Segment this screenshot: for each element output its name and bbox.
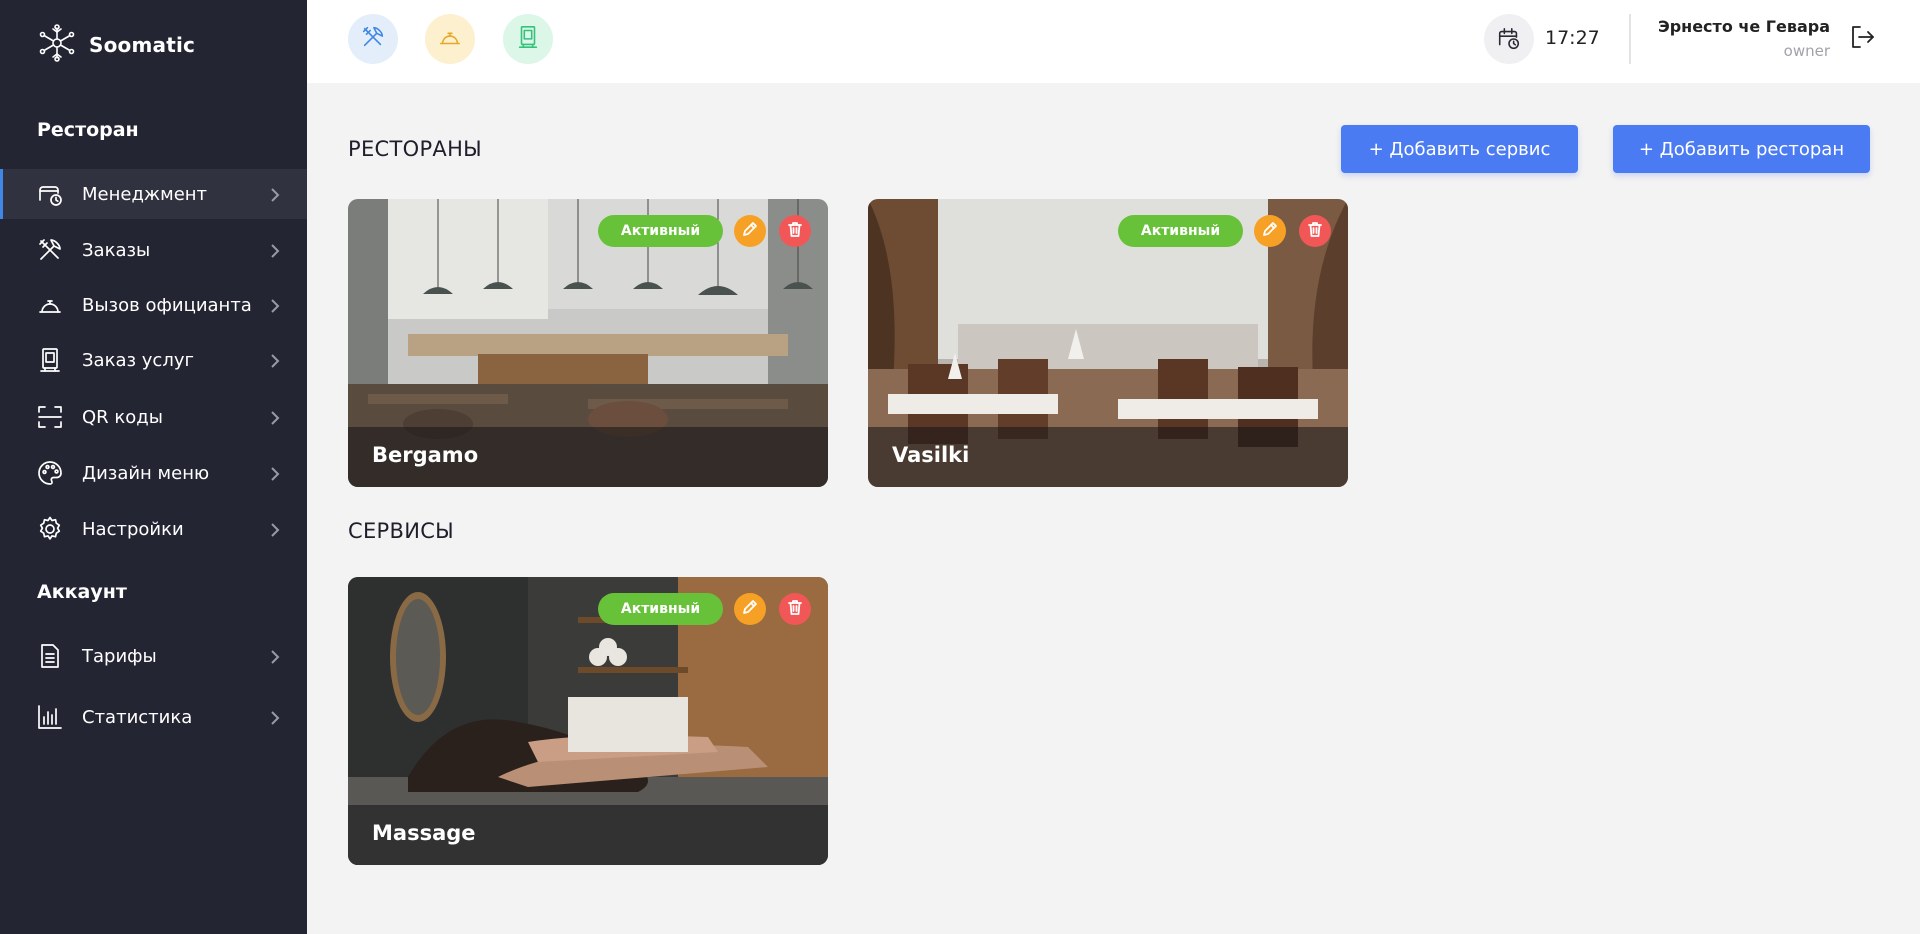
restaurant-card-vasilki[interactable]: Vasilki Активный xyxy=(868,199,1348,487)
trash-icon xyxy=(786,220,804,242)
sidebar-item-label: Тарифы xyxy=(82,645,157,667)
bar-chart-icon xyxy=(36,703,64,731)
service-name: Massage xyxy=(372,821,476,845)
top-header: 17:27 Эрнесто че Гевара owner xyxy=(307,0,1920,83)
brand-name: Soomatic xyxy=(89,33,196,57)
chevron-right-icon xyxy=(268,710,282,725)
pencil-icon xyxy=(741,598,759,620)
management-clock-icon xyxy=(36,180,64,208)
edit-button[interactable] xyxy=(734,593,766,625)
delete-button[interactable] xyxy=(779,215,811,247)
chevron-right-icon xyxy=(268,410,282,425)
sidebar-item-waiter-call[interactable]: Вызов официанта xyxy=(0,280,307,330)
services-heading: СЕРВИСЫ xyxy=(348,519,455,543)
sidebar-item-label: Менеджмент xyxy=(82,183,208,205)
trash-icon xyxy=(786,598,804,620)
sidebar: Soomatic Ресторан Менеджмент Заказы Вызо… xyxy=(0,0,307,934)
document-icon xyxy=(36,642,64,670)
palette-icon xyxy=(36,459,64,487)
current-time: 17:27 xyxy=(1545,27,1600,49)
restaurants-heading: РЕСТОРАНЫ xyxy=(348,137,483,161)
pencil-icon xyxy=(1261,220,1279,242)
gear-icon xyxy=(36,515,64,543)
service-bell-icon xyxy=(36,291,64,319)
logout-icon xyxy=(1847,26,1877,56)
delete-button[interactable] xyxy=(779,593,811,625)
sidebar-section-restaurant: Ресторан xyxy=(37,119,139,141)
chevron-right-icon xyxy=(268,298,282,313)
calendar-clock-icon xyxy=(1484,14,1534,64)
sidebar-item-settings[interactable]: Настройки xyxy=(0,504,307,554)
pencil-icon xyxy=(741,220,759,242)
chevron-right-icon xyxy=(268,243,282,258)
sidebar-section-account: Аккаунт xyxy=(37,581,127,603)
user-role: owner xyxy=(1783,42,1830,60)
qr-scan-icon xyxy=(36,403,64,431)
chevron-right-icon xyxy=(268,522,282,537)
sidebar-item-label: Заказы xyxy=(82,239,151,261)
status-badge: Активный xyxy=(598,215,723,247)
snowflake-logo-icon xyxy=(37,23,77,67)
logout-button[interactable] xyxy=(1847,22,1877,52)
user-name: Эрнесто че Гевара xyxy=(1657,17,1830,36)
chevron-right-icon xyxy=(268,466,282,481)
quick-service-orders-button[interactable] xyxy=(503,14,553,64)
sidebar-item-statistics[interactable]: Статистика xyxy=(0,692,307,742)
add-restaurant-button[interactable]: + Добавить ресторан xyxy=(1613,125,1870,173)
add-service-button[interactable]: + Добавить сервис xyxy=(1341,125,1578,173)
sidebar-item-qr-codes[interactable]: QR коды xyxy=(0,392,307,442)
quick-waiter-call-button[interactable] xyxy=(425,14,475,64)
chevron-right-icon xyxy=(268,353,282,368)
sidebar-item-label: Вызов официанта xyxy=(82,294,252,316)
service-card-massage[interactable]: Massage Активный xyxy=(348,577,828,865)
sidebar-item-label: Настройки xyxy=(82,518,184,540)
restaurant-card-bergamo[interactable]: Bergamo Активный xyxy=(348,199,828,487)
sidebar-item-menu-design[interactable]: Дизайн меню xyxy=(0,448,307,498)
sidebar-item-management[interactable]: Менеджмент xyxy=(0,169,307,219)
delete-button[interactable] xyxy=(1299,215,1331,247)
sidebar-item-label: Дизайн меню xyxy=(82,462,210,484)
header-divider xyxy=(1629,14,1631,64)
sidebar-item-tariffs[interactable]: Тарифы xyxy=(0,631,307,681)
service-order-icon xyxy=(36,346,64,374)
sidebar-item-orders[interactable]: Заказы xyxy=(0,225,307,275)
fork-knife-icon xyxy=(36,236,64,264)
status-badge: Активный xyxy=(598,593,723,625)
status-badge: Активный xyxy=(1118,215,1243,247)
sidebar-item-label: Заказ услуг xyxy=(82,349,194,371)
restaurant-name: Bergamo xyxy=(372,443,479,467)
sidebar-item-label: Статистика xyxy=(82,706,193,728)
edit-button[interactable] xyxy=(734,215,766,247)
service-bell-icon xyxy=(437,24,463,54)
edit-button[interactable] xyxy=(1254,215,1286,247)
sidebar-item-label: QR коды xyxy=(82,406,163,428)
quick-orders-button[interactable] xyxy=(348,14,398,64)
fork-knife-icon xyxy=(360,24,386,54)
brand[interactable]: Soomatic xyxy=(37,23,196,67)
service-order-icon xyxy=(515,24,541,54)
chevron-right-icon xyxy=(268,187,282,202)
trash-icon xyxy=(1306,220,1324,242)
restaurant-name: Vasilki xyxy=(892,443,970,467)
chevron-right-icon xyxy=(268,649,282,664)
sidebar-item-service-orders[interactable]: Заказ услуг xyxy=(0,335,307,385)
